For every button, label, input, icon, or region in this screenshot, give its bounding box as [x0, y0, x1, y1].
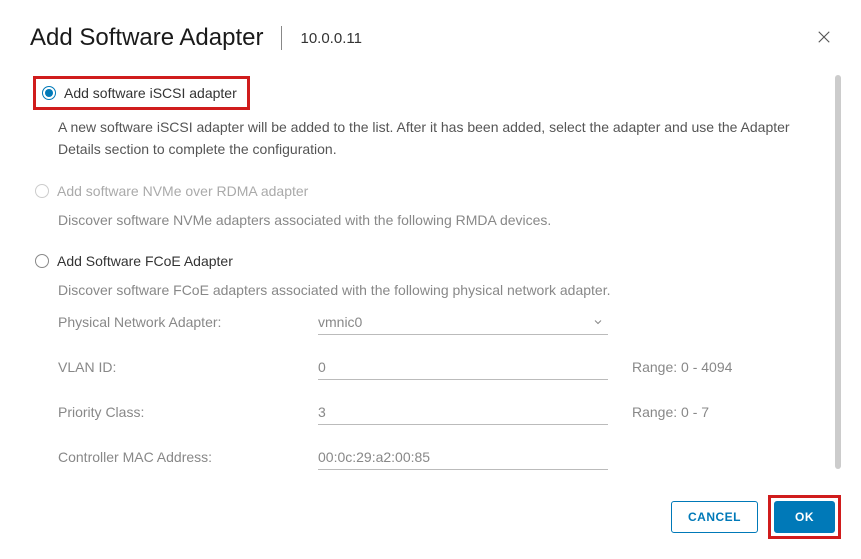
option-fcoe: Add Software FCoE Adapter Discover softw… — [35, 253, 821, 469]
nvme-description: Discover software NVMe adapters associat… — [58, 209, 821, 231]
radio-nvme — [35, 184, 49, 198]
header-divider — [281, 26, 282, 50]
host-ip: 10.0.0.11 — [300, 30, 361, 47]
vlan-range-hint: Range: 0 - 4094 — [632, 359, 732, 375]
cancel-button[interactable]: CANCEL — [671, 501, 758, 533]
label-priority: Priority Class: — [58, 404, 318, 420]
priority-range-hint: Range: 0 - 7 — [632, 404, 709, 420]
dialog-content: Add software iSCSI adapter A new softwar… — [0, 66, 861, 470]
label-physical-adapter: Physical Network Adapter: — [58, 314, 318, 330]
row-vlan-id: VLAN ID: Range: 0 - 4094 — [58, 355, 821, 380]
dialog-header: Add Software Adapter 10.0.0.11 — [0, 0, 861, 66]
physical-adapter-value[interactable] — [318, 310, 608, 335]
dialog-title: Add Software Adapter — [30, 24, 263, 52]
ok-button[interactable]: OK — [774, 501, 835, 533]
radio-fcoe-label: Add Software FCoE Adapter — [57, 253, 233, 269]
close-button[interactable] — [815, 28, 835, 48]
row-priority: Priority Class: Range: 0 - 7 — [58, 400, 821, 425]
radio-iscsi[interactable] — [42, 86, 56, 100]
input-vlan-id[interactable] — [318, 355, 608, 380]
radio-nvme-row: Add software NVMe over RDMA adapter — [35, 183, 821, 199]
radio-nvme-label: Add software NVMe over RDMA adapter — [57, 183, 308, 199]
option-iscsi: Add software iSCSI adapter A new softwar… — [35, 76, 821, 161]
fcoe-form: Physical Network Adapter: VLAN ID: Range… — [58, 310, 821, 470]
label-vlan-id: VLAN ID: — [58, 359, 318, 375]
input-priority[interactable] — [318, 400, 608, 425]
radio-iscsi-label: Add software iSCSI adapter — [64, 85, 237, 101]
iscsi-description: A new software iSCSI adapter will be add… — [58, 116, 821, 161]
ok-button-highlight: OK — [768, 495, 841, 539]
dialog-footer: CANCEL OK — [671, 495, 841, 539]
row-mac: Controller MAC Address: — [58, 445, 821, 470]
option-nvme: Add software NVMe over RDMA adapter Disc… — [35, 183, 821, 231]
radio-fcoe-row[interactable]: Add Software FCoE Adapter — [35, 253, 821, 269]
radio-fcoe[interactable] — [35, 254, 49, 268]
select-physical-adapter[interactable] — [318, 310, 608, 335]
label-mac: Controller MAC Address: — [58, 449, 318, 465]
fcoe-description: Discover software FCoE adapters associat… — [58, 279, 821, 301]
radio-iscsi-row[interactable]: Add software iSCSI adapter — [33, 76, 250, 110]
row-physical-adapter: Physical Network Adapter: — [58, 310, 821, 335]
scrollbar-thumb[interactable] — [835, 75, 841, 469]
input-mac[interactable] — [318, 445, 608, 470]
close-icon — [815, 33, 833, 49]
